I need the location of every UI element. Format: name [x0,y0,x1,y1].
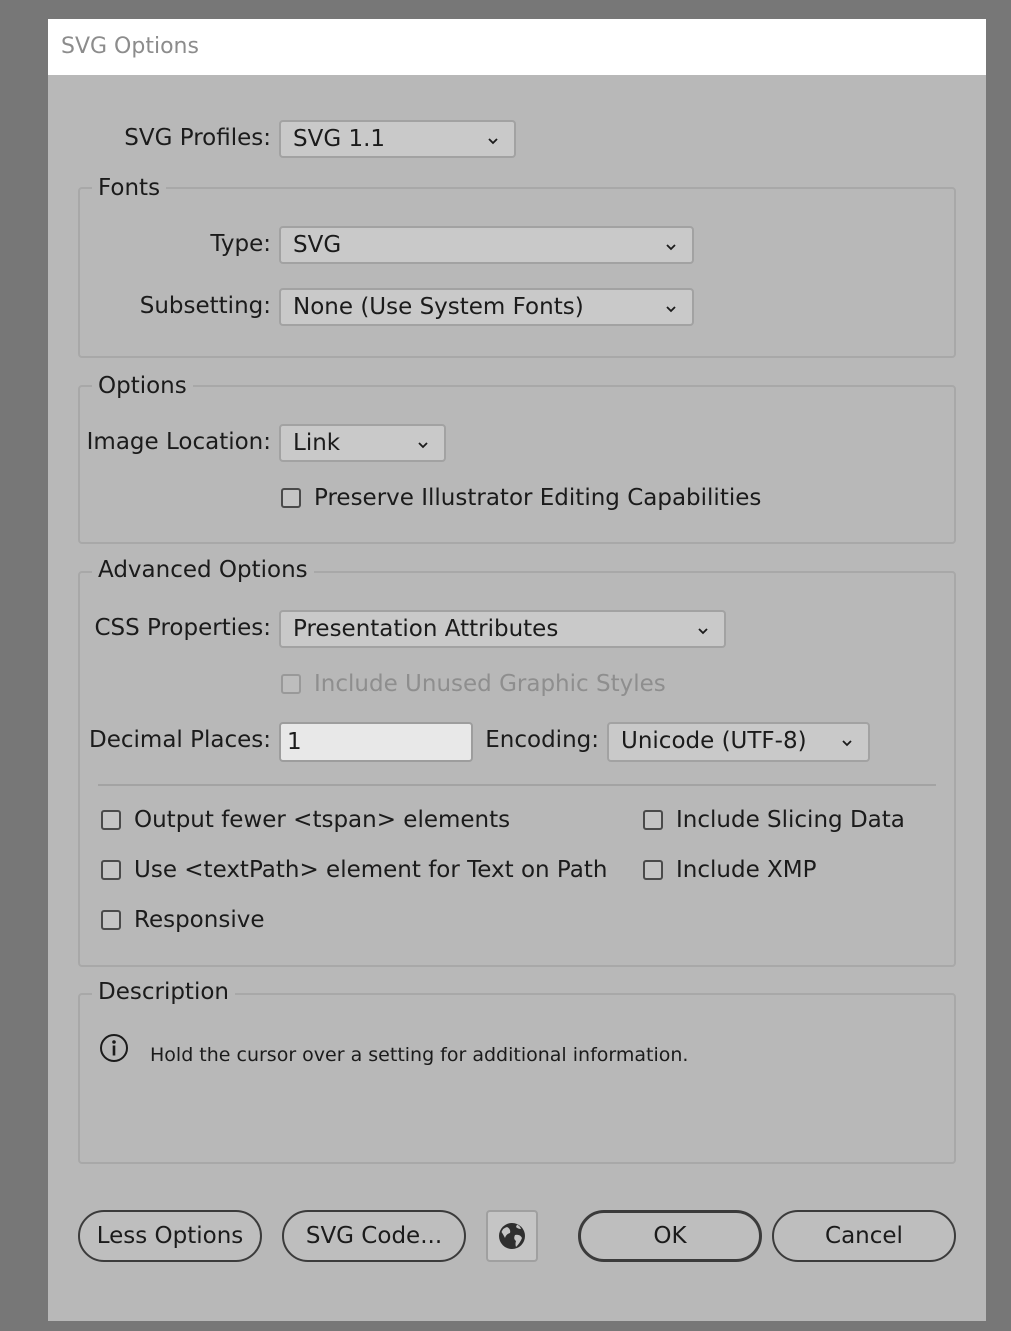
output-fewer-tspan-label: Output fewer <tspan> elements [134,807,511,833]
chevron-down-icon [488,138,498,145]
responsive-checkbox[interactable] [101,910,121,930]
chevron-down-icon [666,244,676,251]
decimal-places-input[interactable]: 1 [279,722,473,762]
subsetting-value: None (Use System Fonts) [293,294,584,320]
options-group-title: Options [92,373,193,399]
css-properties-select[interactable]: Presentation Attributes [279,610,726,648]
encoding-label: Encoding: [485,727,599,753]
chevron-down-icon [842,740,852,747]
dialog-title: SVG Options [61,34,199,59]
responsive-label: Responsive [134,907,265,933]
ok-button[interactable]: OK [578,1210,762,1262]
title-bar[interactable]: SVG Options [48,19,986,75]
output-fewer-tspan-checkbox[interactable] [101,810,121,830]
advanced-divider [98,784,936,786]
decimal-places-label: Decimal Places: [89,727,271,753]
options-group [78,385,956,544]
info-icon [100,1034,128,1062]
css-properties-value: Presentation Attributes [293,616,559,642]
use-textpath-label: Use <textPath> element for Text on Path [134,857,608,883]
subsetting-select[interactable]: None (Use System Fonts) [279,288,694,326]
svg-profiles-select[interactable]: SVG 1.1 [279,120,516,158]
image-location-value: Link [293,430,341,456]
less-options-button[interactable]: Less Options [78,1210,262,1262]
include-xmp-checkbox[interactable] [643,860,663,880]
description-text: Hold the cursor over a setting for addit… [150,1044,689,1066]
preserve-editing-label: Preserve Illustrator Editing Capabilitie… [314,485,762,511]
description-group [78,993,956,1164]
chevron-down-icon [418,442,428,449]
image-location-select[interactable]: Link [279,424,446,462]
svg-profiles-value: SVG 1.1 [293,126,386,152]
globe-icon [499,1223,525,1249]
preserve-editing-checkbox[interactable] [281,488,301,508]
font-type-select[interactable]: SVG [279,226,694,264]
fonts-group [78,187,956,358]
font-type-label: Type: [210,231,271,257]
cancel-button[interactable]: Cancel [772,1210,956,1262]
css-properties-label: CSS Properties: [94,615,271,641]
include-unused-styles-label: Include Unused Graphic Styles [314,671,666,697]
include-slicing-data-checkbox[interactable] [643,810,663,830]
decimal-places-value: 1 [287,729,302,755]
font-type-value: SVG [293,232,342,258]
use-textpath-checkbox[interactable] [101,860,121,880]
include-xmp-label: Include XMP [676,857,817,883]
svg-options-dialog: SVG Options SVG Profiles: SVG 1.1 Fonts … [48,19,986,1321]
encoding-select[interactable]: Unicode (UTF-8) [607,722,870,762]
image-location-label: Image Location: [86,429,271,455]
subsetting-label: Subsetting: [139,293,271,319]
fonts-group-title: Fonts [92,175,167,201]
description-group-title: Description [92,979,235,1005]
chevron-down-icon [666,306,676,313]
svg-code-button[interactable]: SVG Code... [282,1210,466,1262]
svg-profiles-label: SVG Profiles: [124,125,271,151]
advanced-options-group-title: Advanced Options [92,557,314,583]
web-button[interactable] [486,1210,538,1262]
include-unused-styles-checkbox [281,674,301,694]
encoding-value: Unicode (UTF-8) [621,728,807,754]
include-slicing-data-label: Include Slicing Data [676,807,905,833]
chevron-down-icon [698,628,708,635]
